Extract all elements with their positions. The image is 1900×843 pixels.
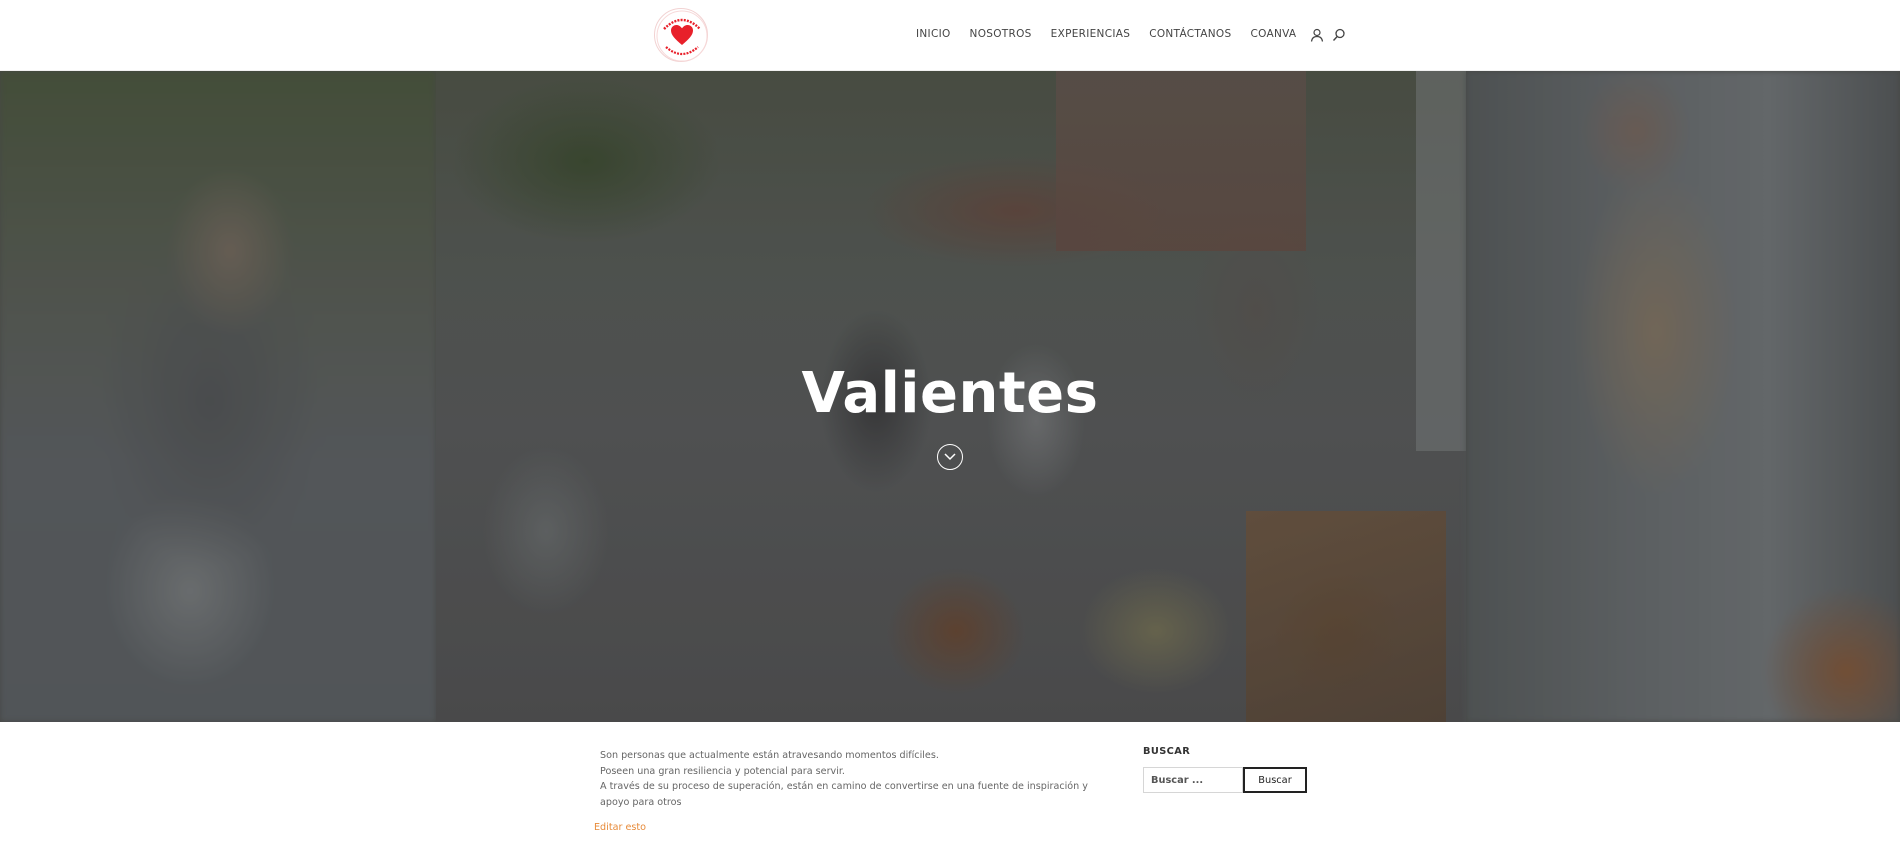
search-icon[interactable] (1332, 27, 1346, 41)
nav-item-contactanos[interactable]: CONTÁCTANOS (1149, 28, 1231, 40)
content-paragraph: Son personas que actualmente están atrav… (600, 750, 939, 761)
content-paragraph: A través de su proceso de superación, es… (600, 781, 1088, 808)
nav-item-inicio[interactable]: INICIO (916, 28, 951, 40)
site-header: INICIO NOSOTROS EXPERIENCIAS CONTÁCTANOS… (0, 0, 1900, 71)
page-content: Son personas que actualmente están atrav… (600, 748, 1120, 810)
search-input[interactable] (1143, 767, 1243, 793)
content-paragraph: Poseen una gran resiliencia y potencial … (600, 765, 845, 777)
site-logo[interactable] (654, 8, 708, 62)
heart-icon (671, 25, 693, 45)
nav-item-coanva[interactable]: COANVA (1250, 28, 1296, 40)
hero-section: Valientes (0, 71, 1900, 722)
search-widget-title: BUSCAR (1143, 746, 1191, 757)
nav-item-nosotros[interactable]: NOSOTROS (970, 28, 1032, 40)
main-navigation: INICIO NOSOTROS EXPERIENCIAS CONTÁCTANOS… (916, 27, 1354, 42)
search-button[interactable]: Buscar (1243, 767, 1307, 793)
hero-title: Valientes (801, 361, 1099, 426)
nav-item-experiencias[interactable]: EXPERIENCIAS (1051, 28, 1131, 40)
user-icon[interactable] (1310, 27, 1324, 42)
search-form: Buscar (1143, 767, 1307, 793)
chevron-down-circle-icon[interactable] (937, 444, 963, 470)
edit-link[interactable]: Editar esto (594, 822, 646, 833)
search-widget: BUSCAR Buscar (1143, 746, 1307, 793)
